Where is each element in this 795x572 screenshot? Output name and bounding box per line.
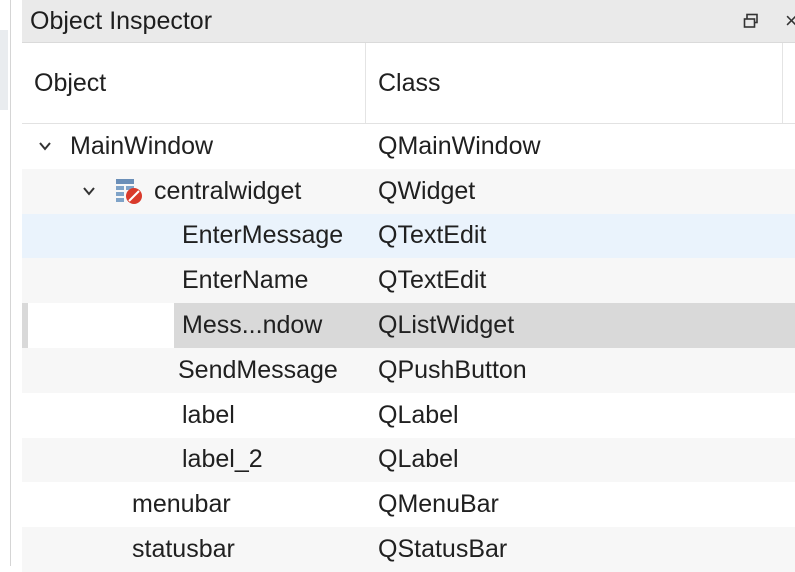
chevron-down-icon[interactable]: [34, 135, 56, 157]
class-name: QLabel: [378, 400, 459, 429]
class-name: QTextEdit: [378, 221, 487, 250]
object-name: SendMessage: [178, 355, 338, 384]
class-name: QStatusBar: [378, 535, 508, 564]
tree-row-label-2[interactable]: label_2 QLabel: [22, 437, 795, 483]
object-cell: menubar: [22, 482, 374, 527]
left-separator: [10, 0, 11, 566]
object-name: label_2: [182, 445, 263, 474]
object-cell: label_2: [22, 438, 374, 483]
tree-row-entermessage[interactable]: EnterMessage QTextEdit: [22, 213, 795, 259]
class-name: QTextEdit: [378, 266, 487, 295]
class-name: QMainWindow: [378, 131, 541, 160]
close-icon: ×: [785, 9, 795, 33]
tree-row-messagewindow[interactable]: Mess...ndow QListWidget: [22, 303, 795, 348]
object-tree: MainWindow QMainWindow centralwidget QWi…: [22, 124, 795, 572]
object-inspector-dock: Object Inspector × Object Class MainWind…: [22, 0, 795, 572]
tree-row-sendmessage[interactable]: SendMessage QPushButton: [22, 347, 795, 393]
object-cell: Mess...ndow: [22, 303, 374, 348]
object-name: Mess...ndow: [182, 311, 323, 340]
tree-row-label[interactable]: label QLabel: [22, 393, 795, 438]
tree-row-entername[interactable]: EnterName QTextEdit: [22, 258, 795, 304]
object-name: MainWindow: [70, 131, 214, 160]
object-name: centralwidget: [154, 176, 302, 205]
object-cell: EnterName: [22, 258, 374, 303]
column-header-class[interactable]: Class: [366, 43, 795, 123]
object-name: label: [182, 400, 235, 429]
close-dock-button[interactable]: ×: [785, 9, 795, 33]
object-name: EnterMessage: [182, 221, 344, 250]
object-cell: EnterMessage: [22, 214, 374, 259]
class-name: QPushButton: [378, 355, 527, 384]
class-name: QLabel: [378, 445, 459, 474]
dock-title: Object Inspector: [30, 6, 213, 35]
widget-layout-broken-icon: [116, 179, 142, 205]
chevron-down-icon[interactable]: [78, 180, 100, 202]
tree-row-mainwindow[interactable]: MainWindow QMainWindow: [22, 124, 795, 169]
indent-spacer: [28, 303, 174, 348]
object-cell: label: [22, 393, 374, 438]
object-name: statusbar: [132, 535, 235, 564]
object-name: EnterName: [182, 266, 309, 295]
column-header-object[interactable]: Object: [22, 43, 366, 123]
header-right-border: [782, 43, 783, 123]
left-dock-edge: [0, 0, 22, 566]
class-name: QWidget: [378, 176, 476, 205]
object-cell: SendMessage: [22, 348, 374, 393]
float-dock-icon: [743, 13, 758, 28]
object-cell: statusbar: [22, 527, 374, 572]
tree-header: Object Class: [22, 43, 795, 124]
title-actions: ×: [739, 0, 795, 42]
object-name: menubar: [132, 490, 231, 519]
left-toolbar-strip: [0, 30, 8, 110]
class-name: QListWidget: [374, 303, 795, 348]
class-name: QMenuBar: [378, 490, 499, 519]
float-dock-button[interactable]: [739, 9, 763, 33]
object-cell: MainWindow: [22, 124, 374, 169]
object-cell: centralwidget: [22, 169, 374, 214]
tree-row-centralwidget[interactable]: centralwidget QWidget: [22, 168, 795, 214]
dock-title-bar[interactable]: Object Inspector ×: [22, 0, 795, 43]
tree-row-statusbar[interactable]: statusbar QStatusBar: [22, 527, 795, 572]
tree-row-menubar[interactable]: menubar QMenuBar: [22, 482, 795, 527]
